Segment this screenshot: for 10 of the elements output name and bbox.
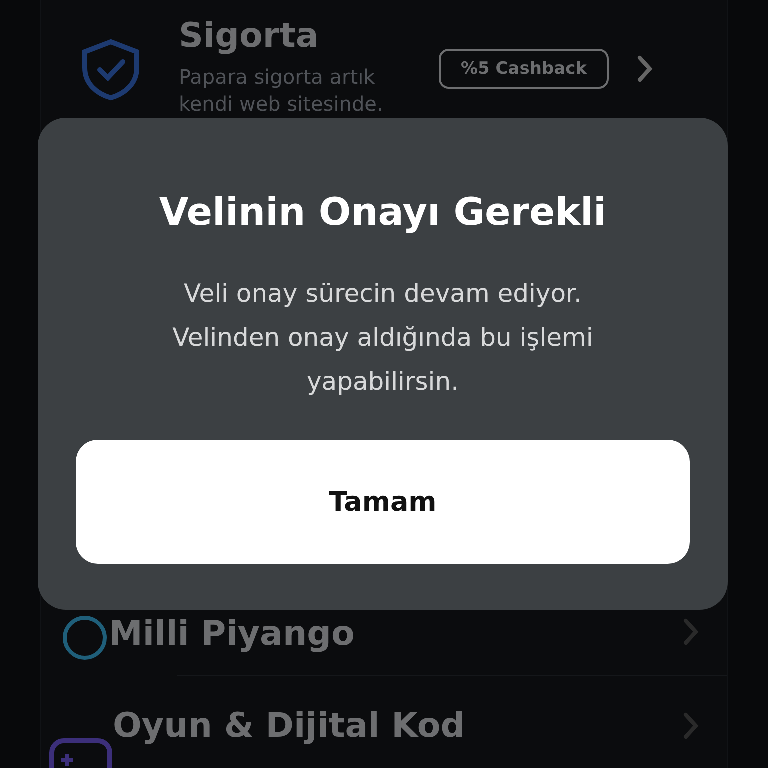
dialog-title: Velinin Onayı Gerekli [159, 190, 607, 234]
item-title: Sigorta [179, 16, 320, 56]
dialog-message: Veli onay sürecin devam ediyor. Velinden onay aldığında bu işlemi yapabilirsin. [172, 278, 594, 398]
ok-button[interactable]: Tamam [76, 440, 690, 564]
item-title: Oyun & Dijital Kod [113, 706, 466, 746]
cashback-tag: %5 Cashback [439, 49, 609, 89]
chevron-right-icon[interactable] [636, 55, 653, 83]
item-title: Milli Piyango [109, 614, 356, 654]
item-description: Papara sigorta artık kendi web sitesinde. [179, 64, 384, 118]
circle-icon [61, 614, 109, 662]
